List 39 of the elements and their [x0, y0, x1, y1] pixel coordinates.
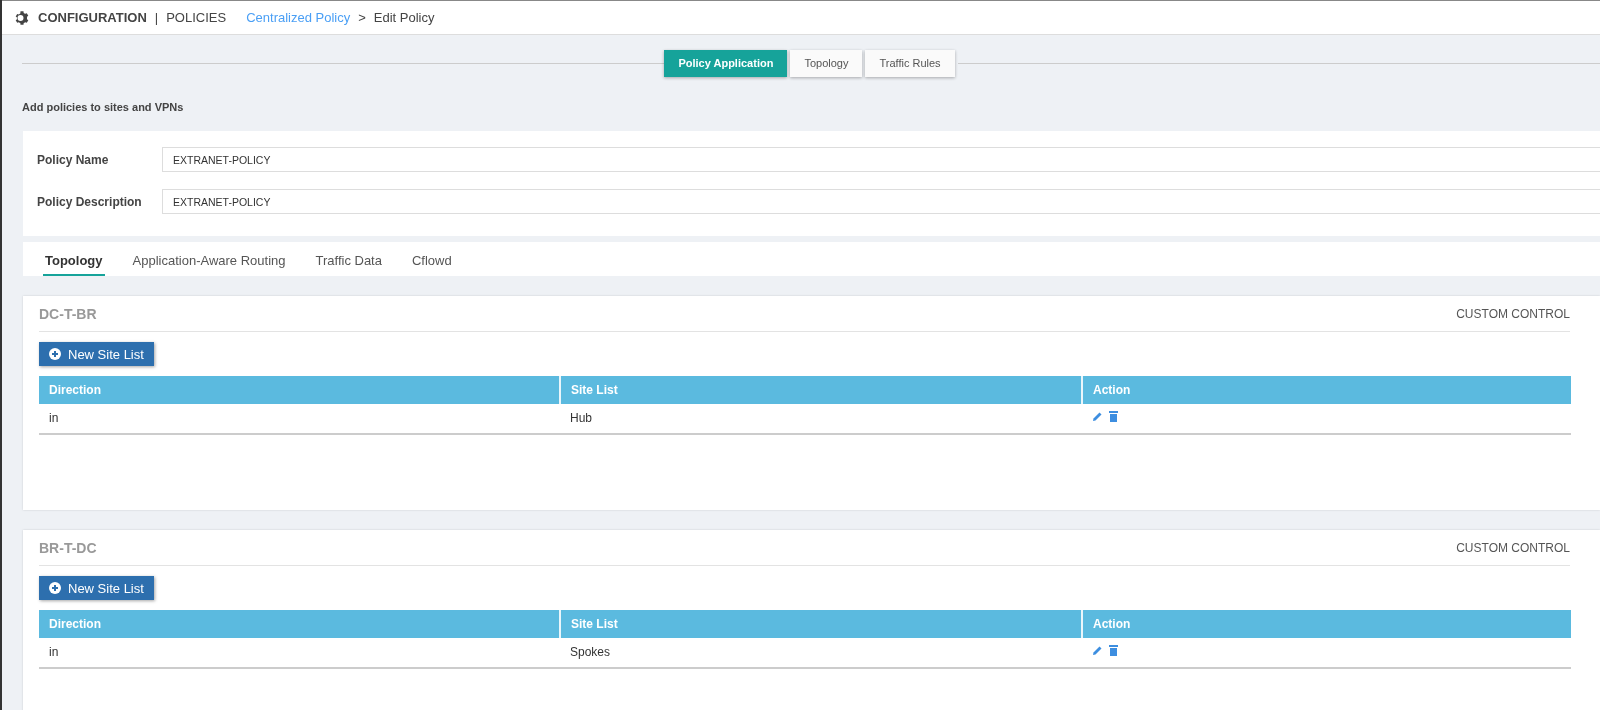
column-header: Site List [560, 610, 1082, 638]
title-divider: | [154, 10, 159, 25]
new-site-list-button[interactable]: New Site List [39, 576, 154, 600]
column-header: Site List [560, 376, 1082, 404]
column-header: Direction [39, 376, 560, 404]
trash-icon[interactable] [1109, 411, 1118, 422]
card-type: CUSTOM CONTROL [1456, 306, 1570, 321]
plus-circle-icon [49, 582, 61, 594]
new-site-list-button[interactable]: New Site List [39, 342, 154, 366]
step-tab[interactable]: Traffic Rules [865, 49, 955, 77]
card-type: CUSTOM CONTROL [1456, 540, 1570, 555]
breadcrumb-current: Edit Policy [373, 10, 435, 25]
plus-circle-icon [49, 348, 61, 360]
pencil-icon[interactable] [1092, 645, 1103, 656]
column-header: Direction [39, 610, 560, 638]
tab[interactable]: Topology [43, 253, 105, 276]
trash-icon[interactable] [1109, 645, 1118, 656]
subsection-title: POLICIES [166, 10, 227, 25]
table-cell: in [39, 638, 560, 668]
intro-text: Add policies to sites and VPNs [22, 101, 185, 115]
field-label: Policy Name [37, 152, 110, 167]
column-header: Action [1082, 610, 1571, 638]
settings-icon [14, 9, 30, 26]
input-field[interactable]: EXTRANET-POLICY [162, 189, 1600, 214]
section-title: CONFIGURATION [38, 10, 147, 25]
card-title: DC-T-BR [39, 305, 97, 322]
tab[interactable]: Cflowd [409, 253, 454, 276]
step-tab[interactable]: Topology [790, 49, 863, 77]
input-field[interactable]: EXTRANET-POLICY [162, 147, 1600, 172]
column-header: Action [1082, 376, 1571, 404]
pencil-icon[interactable] [1092, 411, 1103, 422]
table-cell: in [39, 404, 560, 434]
tab[interactable]: Application-Aware Routing [130, 253, 288, 276]
field-label: Policy Description [37, 194, 143, 209]
tab[interactable]: Traffic Data [313, 253, 384, 276]
table-cell: Spokes [560, 638, 1082, 668]
breadcrumb-separator: > [358, 10, 366, 25]
card-title: BR-T-DC [39, 539, 97, 556]
table-cell: Hub [560, 404, 1082, 434]
